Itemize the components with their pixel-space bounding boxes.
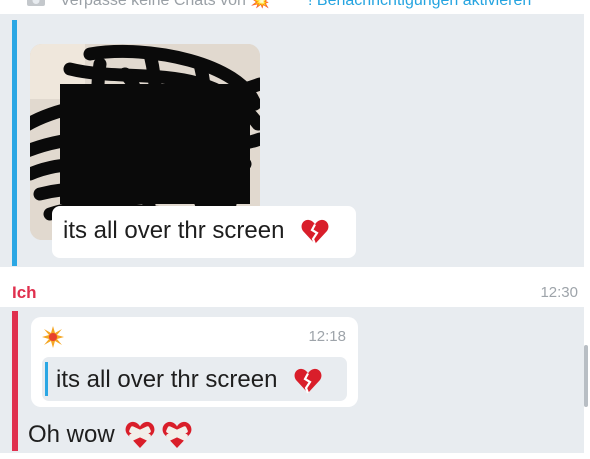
burst-icon [42,326,64,348]
quote-timestamp: 12:18 [308,328,346,345]
quote-text: its all over thr screen [56,366,278,393]
message-caption: its all over thr screen [52,206,356,258]
camera-icon [27,0,45,6]
burst-icon: 💥 [250,0,271,9]
scrollbar[interactable] [584,345,588,407]
reply-line: Oh wow [28,421,192,449]
bandaged-heart-icon [162,421,192,448]
enable-notifications-link[interactable]: ! Benachrichtigungen aktivieren [308,0,531,10]
bandaged-heart-icon [125,421,155,448]
quoted-message[interactable]: 12:18 its all over thr screen [31,317,358,407]
incoming-message: its all over thr screen [0,14,584,267]
caption-text: its all over thr screen [63,217,285,244]
chat-notification-banner[interactable]: Verpasse keine Chats von 💥 ! Benachricht… [0,0,590,10]
broken-heart-icon [294,368,322,394]
quote-body: its all over thr screen [42,357,347,401]
message-timestamp: 12:30 [540,284,578,301]
message-accent-bar [12,20,17,266]
message-accent-bar [12,311,18,451]
quote-accent-bar [45,362,48,396]
reply-text: Oh wow [28,421,115,448]
own-message: 12:18 its all over thr screen Oh wow [0,307,584,453]
broken-heart-icon [301,219,329,245]
sender-name: Ich [12,283,37,302]
banner-text: Verpasse keine Chats von 💥 [60,0,270,10]
